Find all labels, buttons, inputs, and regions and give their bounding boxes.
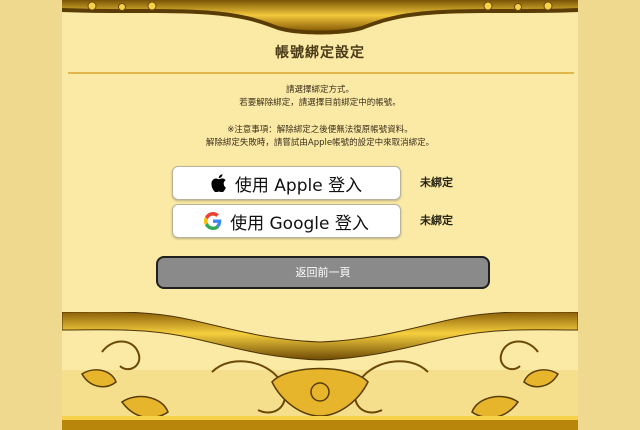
apple-login-button[interactable]: 使用 Apple 登入 xyxy=(172,166,401,200)
warning-text: ※注意事項：解除綁定之後便無法復原帳號資料。 xyxy=(227,125,413,135)
title-divider xyxy=(68,72,574,74)
unbind-failure-text: 解除綁定失敗時，請嘗試由Apple帳號的設定中來取消綁定。 xyxy=(205,138,435,148)
apple-login-label: 使用 Apple 登入 xyxy=(234,175,363,196)
unbind-instruction-text: 若要解除綁定，請選擇目前綁定中的帳號。 xyxy=(239,98,401,108)
google-login-label: 使用 Google 登入 xyxy=(230,213,369,234)
back-button[interactable]: 返回前一頁 xyxy=(156,256,490,289)
google-bind-status: 未綁定 xyxy=(420,214,453,227)
apple-bind-status: 未綁定 xyxy=(420,176,453,189)
page-title: 帳號綁定設定 xyxy=(275,45,365,61)
google-login-button[interactable]: 使用 Google 登入 xyxy=(172,204,401,238)
apple-icon xyxy=(211,174,226,192)
left-side-panel xyxy=(0,0,63,430)
right-side-panel xyxy=(577,0,640,430)
google-icon xyxy=(204,212,222,230)
instruction-text: 請選擇綁定方式。 xyxy=(285,85,354,95)
